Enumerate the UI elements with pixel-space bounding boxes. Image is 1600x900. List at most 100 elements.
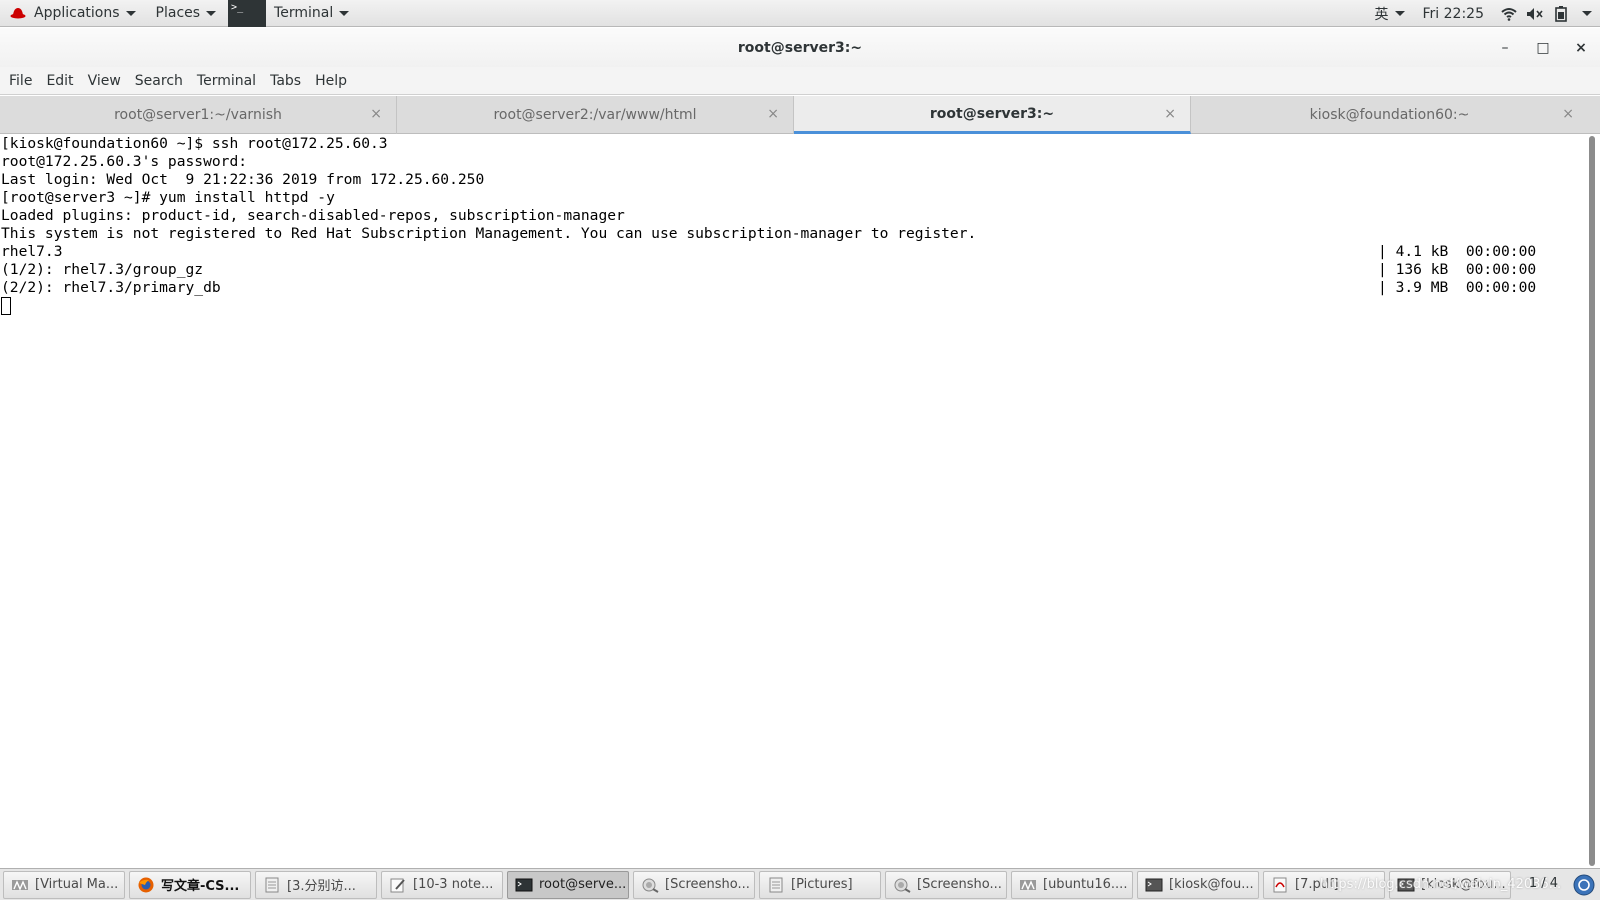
pdf-icon (1273, 877, 1287, 892)
terminal-output[interactable]: [kiosk@foundation60 ~]$ ssh root@172.25.… (0, 135, 1586, 868)
top-panel: Applications Places >_ Terminal 英 Fri 22… (0, 0, 1600, 27)
line-text: rhel7.3 (1, 243, 63, 260)
terminal-icon (515, 878, 533, 891)
line-text: [root@server3 ~]# yum install httpd -y (1, 189, 335, 206)
tab-foundation60[interactable]: kiosk@foundation60:~ × (1191, 96, 1588, 134)
task-label: [Virtual Ma... (35, 877, 119, 892)
redhat-logo-icon (10, 8, 26, 19)
window-titlebar[interactable]: root@server3:~ – □ × (0, 28, 1600, 67)
line-text: This system is not registered to Red Hat… (1, 225, 977, 242)
tab-server1[interactable]: root@server1:~/varnish × (0, 96, 397, 134)
task-terminal-server3[interactable]: root@serve... (507, 870, 629, 899)
chevron-down-icon (1394, 11, 1405, 16)
places-label: Places (155, 5, 201, 21)
terminal-line: rhel7.3 | 4.1 kB 00:00:00 (0, 243, 1586, 261)
tab-label: root@server2:/var/www/html (493, 107, 697, 123)
menu-terminal[interactable]: Terminal (190, 73, 263, 89)
download-stats: | 136 kB 00:00:00 (1378, 261, 1537, 278)
input-method-label: 英 (1374, 6, 1389, 23)
tab-bar: root@server1:~/varnish × root@server2:/v… (0, 96, 1600, 134)
terminal-cursor (1, 297, 11, 315)
text-editor-icon (390, 878, 405, 892)
window-title: root@server3:~ (737, 39, 863, 56)
status-area: 英 Fri 22:25 (1369, 0, 1600, 27)
line-text: root@172.25.60.3's password: (1, 153, 248, 170)
terminal-line: [root@server3 ~]# yum install httpd -y (0, 189, 1586, 207)
tab-label: kiosk@foundation60:~ (1309, 107, 1470, 123)
menu-help[interactable]: Help (308, 73, 354, 89)
minimize-button[interactable]: – (1486, 28, 1524, 67)
close-icon[interactable]: × (1562, 106, 1574, 122)
maximize-icon: □ (1536, 39, 1550, 56)
line-text: [kiosk@foundation60 ~]$ ssh root@172.25.… (1, 135, 388, 152)
task-label: [Screensho... (665, 877, 750, 892)
chevron-down-icon (125, 10, 136, 16)
maximize-button[interactable]: □ (1524, 28, 1562, 67)
task-label: 写文章-CS... (161, 879, 240, 894)
chevron-down-icon (1582, 11, 1592, 16)
task-text-editor[interactable]: [10-3 note... (381, 870, 503, 899)
close-button[interactable]: × (1562, 28, 1600, 67)
terminal-line: (1/2): rhel7.3/group_gz | 136 kB 00:00:00 (0, 261, 1586, 279)
terminal-icon: >_ (228, 0, 267, 27)
task-firefox[interactable]: 写文章-CS... (129, 870, 251, 899)
menu-tabs[interactable]: Tabs (263, 73, 308, 89)
virt-manager-icon (1020, 879, 1036, 891)
wifi-icon[interactable] (1496, 0, 1522, 27)
firefox-icon (138, 877, 154, 892)
document-icon (265, 877, 279, 892)
terminal-line: Loaded plugins: product-id, search-disab… (0, 207, 1586, 225)
download-stats: | 3.9 MB 00:00:00 (1378, 279, 1537, 296)
tab-label: root@server3:~ (929, 105, 1055, 122)
task-label: root@serve... (539, 877, 627, 892)
close-icon[interactable]: × (370, 106, 382, 122)
task-terminal-kiosk-1[interactable]: [kiosk@fou... (1137, 870, 1259, 899)
menu-search[interactable]: Search (128, 73, 190, 89)
volume-icon[interactable] (1522, 0, 1548, 27)
task-label: [Screensho... (917, 877, 1002, 892)
scrollbar-thumb[interactable] (1589, 136, 1595, 866)
input-method-menu[interactable]: 英 (1369, 0, 1411, 27)
tab-server2[interactable]: root@server2:/var/www/html × (397, 96, 794, 134)
chevron-down-icon (206, 10, 217, 16)
places-menu[interactable]: Places (146, 0, 227, 27)
download-stats: | 4.1 kB 00:00:00 (1378, 243, 1537, 260)
close-icon[interactable]: × (1164, 106, 1176, 122)
task-label: [Pictures] (791, 877, 853, 892)
close-icon: × (1575, 39, 1587, 56)
line-text: Last login: Wed Oct 9 21:22:36 2019 from… (1, 171, 485, 188)
folder-icon (769, 877, 783, 892)
workspace-pager[interactable]: 1 / 4 (1529, 876, 1558, 891)
task-document[interactable]: [3.分别访... (255, 870, 377, 899)
task-label: [ubuntu16.... (1043, 877, 1128, 892)
minimize-icon: – (1501, 39, 1509, 56)
menu-file[interactable]: File (2, 73, 39, 89)
terminal-app-menu[interactable]: >_ Terminal (226, 0, 359, 27)
task-screenshot-1[interactable]: [Screensho... (633, 870, 755, 899)
applications-menu[interactable]: Applications (0, 0, 146, 27)
workspace-switcher-icon[interactable] (1572, 873, 1596, 897)
task-virtual-machine[interactable]: [Virtual Ma... (3, 870, 125, 899)
task-label: [kiosk@fou... (1169, 877, 1254, 892)
line-text: (2/2): rhel7.3/primary_db (1, 279, 221, 296)
tab-server3[interactable]: root@server3:~ × (794, 96, 1191, 134)
screenshot-icon (642, 878, 659, 893)
menu-view[interactable]: View (81, 73, 128, 89)
watermark-text: https://blog.csdn.net/weixin_42036... (1320, 877, 1562, 892)
window-list: [Virtual Ma... 写文章-CS... [3.分别访... [10-3… (0, 868, 1600, 900)
task-screenshot-2[interactable]: [Screensho... (885, 870, 1007, 899)
screenshot-icon (894, 878, 911, 893)
terminal-scrollbar[interactable] (1588, 136, 1596, 866)
battery-icon[interactable] (1548, 0, 1574, 27)
menu-edit[interactable]: Edit (39, 73, 80, 89)
terminal-line: [kiosk@foundation60 ~]$ ssh root@172.25.… (0, 135, 1586, 153)
terminal-line: Last login: Wed Oct 9 21:22:36 2019 from… (0, 171, 1586, 189)
task-pictures[interactable]: [Pictures] (759, 870, 881, 899)
task-label: [3.分别访... (287, 879, 356, 894)
tab-label: root@server1:~/varnish (114, 107, 282, 123)
terminal-line: (2/2): rhel7.3/primary_db | 3.9 MB 00:00:… (0, 279, 1586, 297)
task-ubuntu-vm[interactable]: [ubuntu16.... (1011, 870, 1133, 899)
system-menu[interactable] (1574, 0, 1600, 27)
clock[interactable]: Fri 22:25 (1411, 0, 1496, 27)
close-icon[interactable]: × (767, 106, 779, 122)
